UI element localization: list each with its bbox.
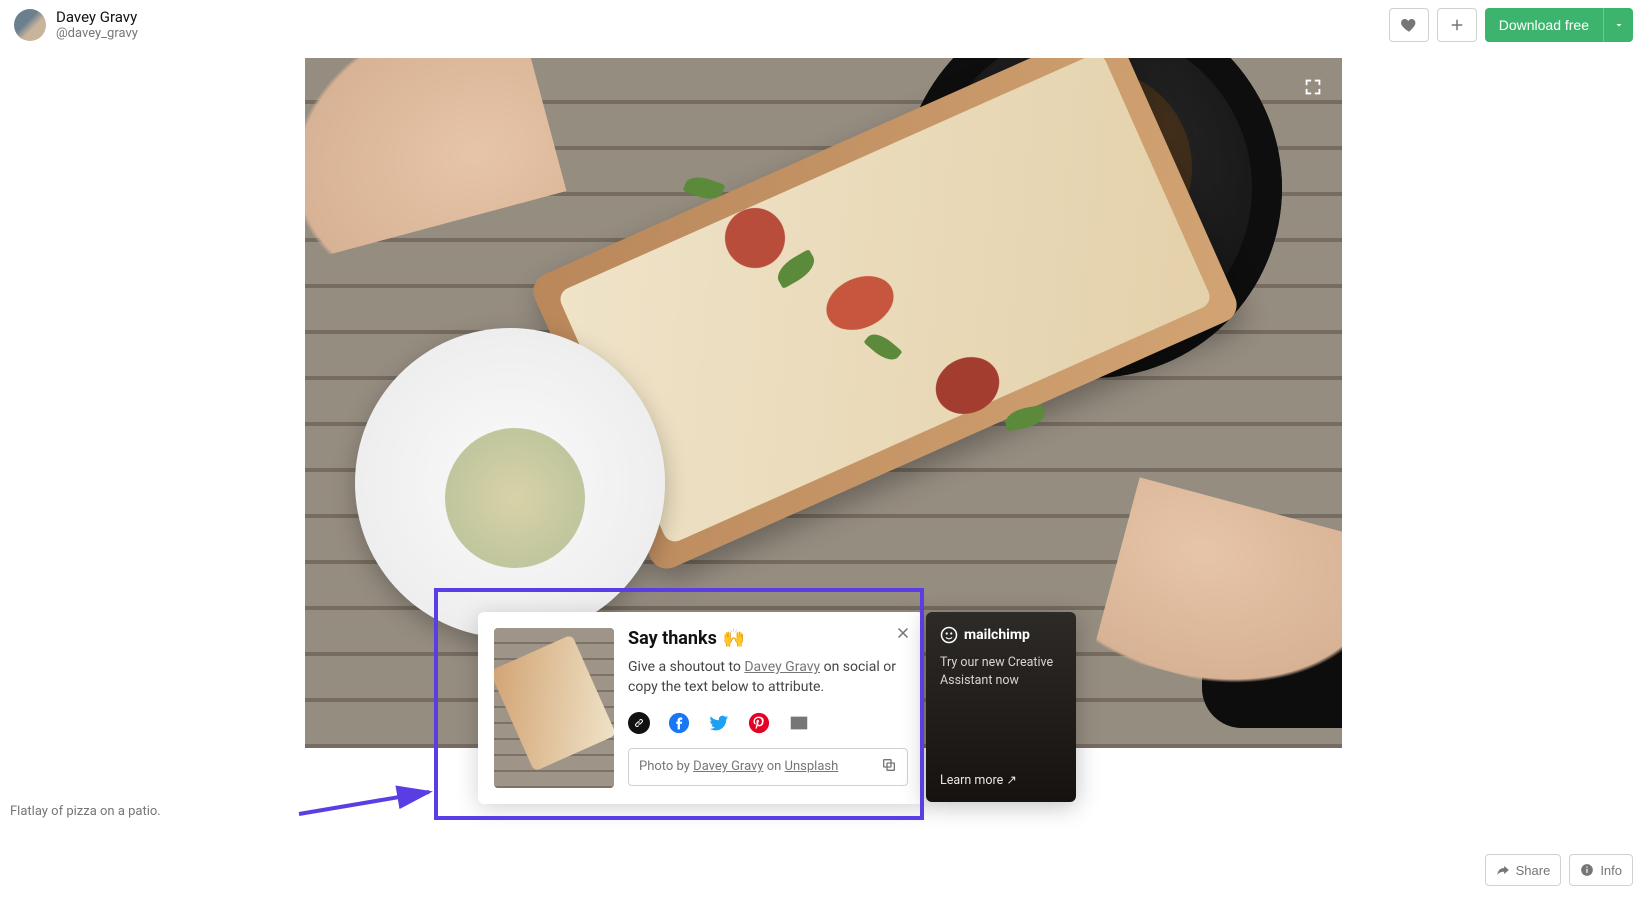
author-name[interactable]: Davey Gravy bbox=[56, 8, 138, 26]
mailchimp-icon bbox=[940, 626, 958, 644]
annotation-arrow bbox=[294, 784, 444, 824]
attrib-site-link[interactable]: Unsplash bbox=[785, 759, 839, 774]
expand-icon bbox=[1302, 76, 1324, 98]
thanks-title: Say thanks 🙌 bbox=[628, 628, 908, 649]
thanks-description: Give a shoutout to Davey Gravy on social… bbox=[628, 657, 908, 698]
author-block[interactable]: Davey Gravy @davey_gravy bbox=[14, 8, 138, 42]
facebook-share-button[interactable] bbox=[668, 712, 690, 734]
chevron-down-icon bbox=[1613, 19, 1625, 31]
email-icon bbox=[788, 712, 810, 734]
thanks-title-text: Say thanks bbox=[628, 628, 717, 649]
attribution-text: Photo by Davey Gravy on Unsplash bbox=[639, 759, 838, 774]
share-icon bbox=[1496, 863, 1510, 877]
footer-actions: Share Info bbox=[1485, 854, 1633, 886]
header-actions: Download free bbox=[1389, 8, 1633, 42]
expand-button[interactable] bbox=[1302, 76, 1324, 102]
copy-attribution-button[interactable] bbox=[881, 757, 897, 777]
mailchimp-logo: mailchimp bbox=[940, 626, 1062, 644]
mailchimp-learn-more[interactable]: Learn more ↗ bbox=[940, 772, 1017, 788]
attrib-prefix: Photo by bbox=[639, 759, 693, 774]
say-thanks-card: Say thanks 🙌 Give a shoutout to Davey Gr… bbox=[478, 612, 924, 804]
photo-decor bbox=[355, 328, 665, 638]
photo-caption: Flatlay of pizza on a patio. bbox=[10, 804, 161, 819]
info-label: Info bbox=[1600, 863, 1622, 878]
copy-icon bbox=[881, 757, 897, 773]
attrib-mid: on bbox=[764, 759, 785, 774]
mailchimp-brand: mailchimp bbox=[964, 627, 1030, 643]
share-row bbox=[628, 712, 908, 734]
download-group: Download free bbox=[1485, 8, 1633, 42]
thanks-thumbnail bbox=[494, 628, 614, 788]
copy-link-button[interactable] bbox=[628, 712, 650, 734]
heart-icon bbox=[1400, 16, 1418, 34]
info-icon bbox=[1580, 863, 1594, 877]
thanks-body: Say thanks 🙌 Give a shoutout to Davey Gr… bbox=[628, 628, 908, 788]
twitter-share-button[interactable] bbox=[708, 712, 730, 734]
photo-decor bbox=[1093, 477, 1342, 718]
share-label: Share bbox=[1516, 863, 1551, 878]
email-share-button[interactable] bbox=[788, 712, 810, 734]
author-text: Davey Gravy @davey_gravy bbox=[56, 8, 138, 42]
link-icon bbox=[633, 717, 645, 729]
thanks-author-link[interactable]: Davey Gravy bbox=[744, 659, 820, 675]
add-to-collection-button[interactable] bbox=[1437, 8, 1477, 42]
download-options-button[interactable] bbox=[1603, 8, 1633, 42]
pinterest-icon bbox=[748, 712, 770, 734]
close-icon bbox=[894, 624, 912, 642]
share-button[interactable]: Share bbox=[1485, 854, 1562, 886]
plus-icon bbox=[1448, 16, 1466, 34]
close-button[interactable] bbox=[894, 624, 912, 646]
thanks-desc-prefix: Give a shoutout to bbox=[628, 659, 744, 675]
attrib-author-link[interactable]: Davey Gravy bbox=[693, 759, 763, 774]
photo-decor bbox=[305, 58, 566, 258]
facebook-icon bbox=[668, 712, 690, 734]
attribution-box: Photo by Davey Gravy on Unsplash bbox=[628, 748, 908, 786]
download-button[interactable]: Download free bbox=[1485, 8, 1603, 42]
author-handle[interactable]: @davey_gravy bbox=[56, 26, 138, 42]
mailchimp-promo[interactable]: mailchimp Try our new Creative Assistant… bbox=[926, 612, 1076, 802]
avatar[interactable] bbox=[14, 9, 46, 41]
thanks-emoji: 🙌 bbox=[723, 628, 745, 649]
like-button[interactable] bbox=[1389, 8, 1429, 42]
header-bar: Davey Gravy @davey_gravy Download free bbox=[0, 0, 1647, 50]
pinterest-share-button[interactable] bbox=[748, 712, 770, 734]
twitter-icon bbox=[708, 712, 730, 734]
mailchimp-text: Try our new Creative Assistant now bbox=[940, 654, 1062, 689]
info-button[interactable]: Info bbox=[1569, 854, 1633, 886]
